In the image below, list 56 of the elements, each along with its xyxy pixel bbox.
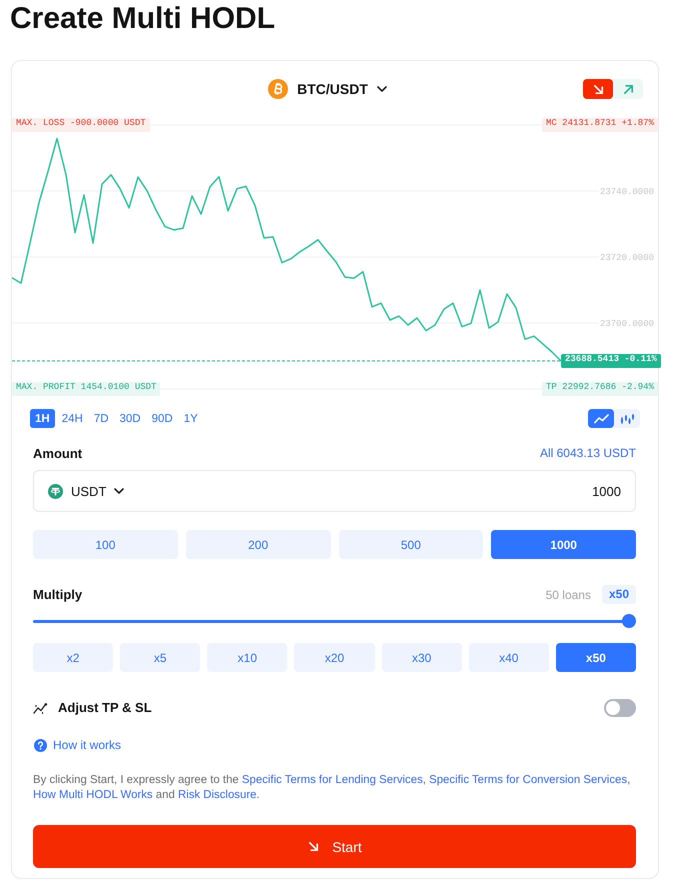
how-it-works-link[interactable]: How it works [34,737,122,753]
time-range-tab[interactable]: 24H [58,409,87,428]
tether-icon [48,484,63,498]
direction-down-button[interactable] [583,79,613,99]
max-loss-label: MAX. LOSS -900.0000 USDT [12,118,150,132]
amount-preset-button[interactable]: 500 [338,530,484,559]
trend-line-icon [33,702,48,714]
available-balance-link[interactable]: All 6043.13 USDT [540,446,636,460]
start-button[interactable]: Start [33,825,636,868]
amount-preset-button[interactable]: 100 [33,530,178,559]
currency-selector[interactable]: USDT [48,484,124,498]
take-profit-label: TP 22992.7686 -2.94% [542,382,658,396]
slider-thumb[interactable] [622,614,636,628]
amount-field[interactable]: USDT 1000 [33,470,636,512]
multiply-label: Multiply [33,587,82,602]
terms-link[interactable]: How Multi HODL Works [33,789,153,801]
terms-link[interactable]: Specific Terms for Conversion Services [429,774,628,786]
multiplier-option-button[interactable]: x5 [120,643,200,672]
candlestick-icon [620,412,634,424]
multiplier-slider[interactable] [33,614,636,628]
amount-preset-button[interactable]: 1000 [491,530,636,559]
multiplier-option-button[interactable]: x2 [33,643,114,672]
margin-call-label: MC 24131.8731 +1.87% [542,118,658,132]
arrow-down-right-icon [592,82,604,96]
multiplier-value: x50 [602,585,636,604]
terms-paragraph: By clicking Start, I expressly agree to the Specific Terms for Lending Services, Specific Terms for Conversion Services, How Multi HODL Works and Risk Disclosure. [33,773,632,803]
time-range-tab[interactable]: 1Y [180,409,202,428]
amount-label: Amount [33,446,82,460]
arrow-up-right-icon [622,82,634,96]
bitcoin-icon [268,79,288,99]
multiplier-option-button[interactable]: x30 [382,643,462,672]
terms-link[interactable]: Risk Disclosure [178,789,256,801]
tp-sl-toggle[interactable] [604,698,636,716]
amount-input[interactable]: 1000 [590,483,621,499]
chevron-down-icon [114,488,124,494]
page-title: Create Multi HODL [10,1,276,37]
current-price-label: 23688.5413 -0.11% [561,354,661,368]
time-range-tab[interactable]: 90D [148,409,177,428]
multiplier-option-button[interactable]: x40 [468,643,549,672]
loans-count: 50 loans [546,588,591,602]
amount-preset-button[interactable]: 200 [186,530,330,559]
adjust-tp-sl-label: Adjust TP & SL [58,700,152,715]
line-chart-tab[interactable] [588,409,614,428]
multiplier-option-button[interactable]: x20 [294,643,375,672]
pair-selector[interactable]: BTC/USDT [268,79,387,99]
multiplier-option-button[interactable]: x50 [556,643,636,672]
time-range-tab[interactable]: 30D [116,409,145,428]
time-range-tab[interactable]: 1H [30,409,55,428]
max-profit-label: MAX. PROFIT 1454.0100 USDT [12,382,160,396]
line-chart-icon [594,413,608,424]
chevron-down-icon [376,86,387,92]
multiplier-option-button[interactable]: x10 [207,643,288,672]
time-range-tab[interactable]: 7D [90,409,113,428]
help-icon [34,738,47,752]
terms-link[interactable]: Specific Terms for Lending Services [242,774,423,786]
arrow-down-right-icon [307,840,320,853]
